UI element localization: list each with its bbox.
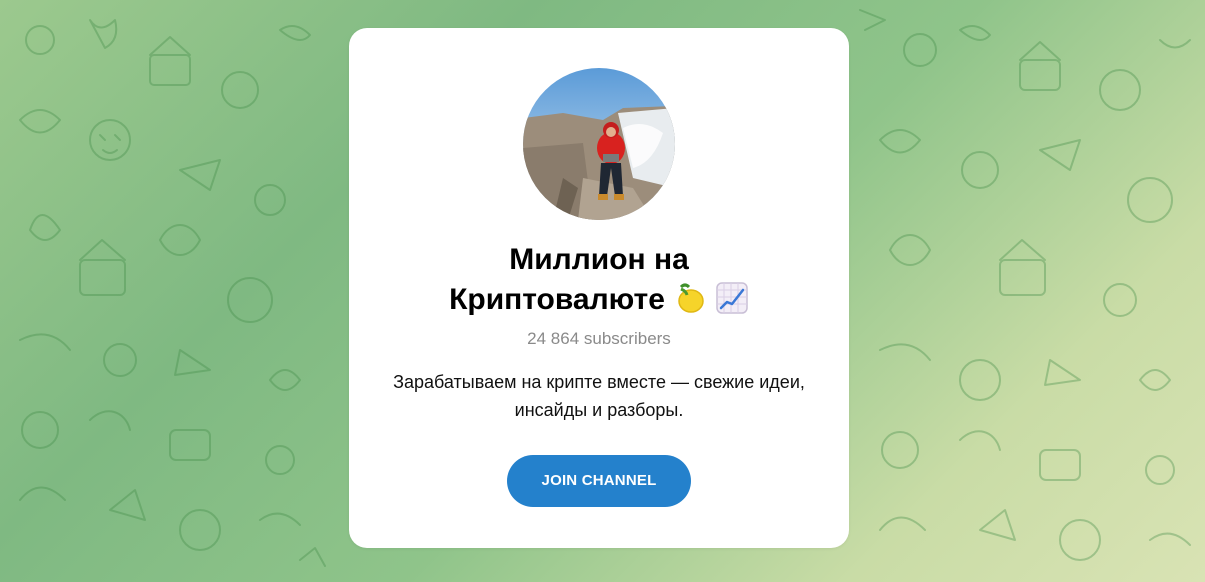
channel-title-line1: Миллион на — [509, 243, 689, 276]
subscriber-count: 24 864 subscribers — [527, 329, 671, 348]
join-channel-button[interactable]: JOIN CHANNEL — [507, 455, 691, 507]
channel-title-line2-wrap: Криптовалюте — [369, 280, 829, 320]
channel-description: Зарабатываем на крипте вместе — свежие и… — [369, 368, 829, 424]
channel-description-line1: Зарабатываем на крипте вместе — свежие и… — [393, 372, 805, 392]
channel-description-line2: инсайды и разборы. — [514, 400, 684, 420]
channel-title-line2: Криптовалюте — [449, 283, 665, 316]
chat-background: Миллион на Криптовалюте 24 864 subscribe… — [0, 0, 1205, 582]
channel-card: Миллион на Криптовалюте 24 864 subscribe… — [349, 28, 849, 548]
chart-increasing-icon — [715, 281, 749, 315]
channel-avatar — [523, 68, 675, 220]
lemon-icon — [673, 281, 707, 315]
channel-title: Миллион на Криптовалюте — [369, 240, 829, 320]
